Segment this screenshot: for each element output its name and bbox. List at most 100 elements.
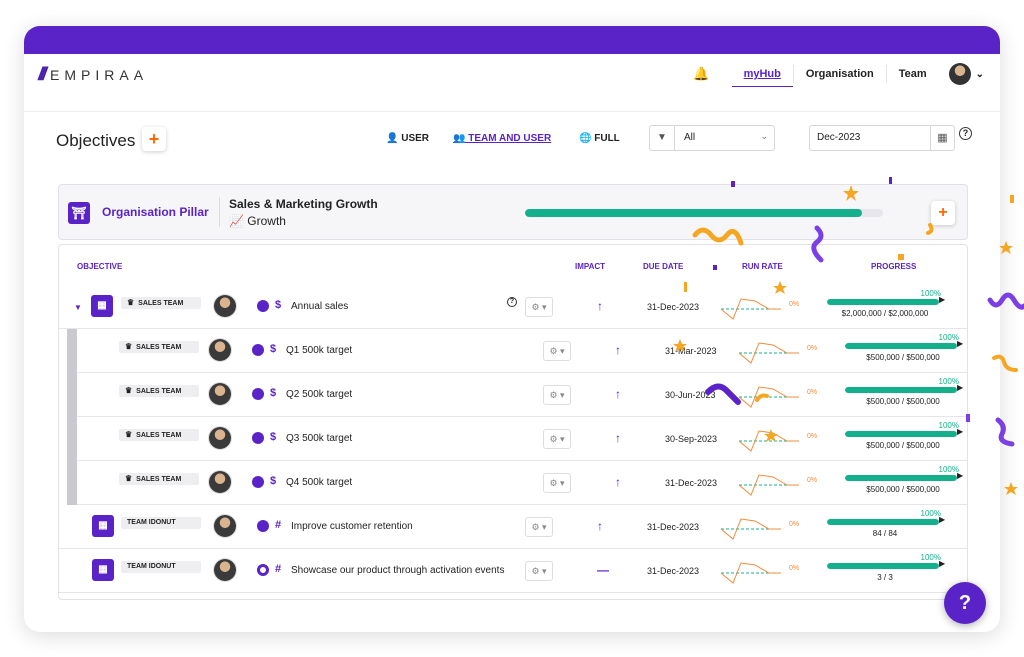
progress-percent: 100% xyxy=(920,509,941,518)
pie-chart-icon xyxy=(252,344,264,356)
due-date: 31-Dec-2023 xyxy=(647,522,700,532)
hash-icon: # xyxy=(275,563,282,575)
impact-indicator: ↑ xyxy=(597,519,603,533)
user-avatar[interactable] xyxy=(948,63,971,85)
tab-full[interactable]: 🌐 FULL xyxy=(579,133,620,144)
table-row[interactable]: ▦ TEAM IDONUT # Improve customer retention ⚙… xyxy=(59,505,967,549)
objective-name[interactable]: Q2 500k target xyxy=(286,389,352,400)
impact-indicator: ↑ xyxy=(615,343,621,357)
progress-value: $500,000 / $500,000 xyxy=(866,397,940,406)
table-row[interactable]: ♛ SALES TEAM $ Q2 500k target ⚙ ▾ ↑ 30-Jun-202… xyxy=(77,373,967,417)
impact-indicator: ↑ xyxy=(615,387,621,401)
run-rate-sparkline xyxy=(738,386,799,408)
filter-value: All xyxy=(684,132,696,143)
progress-bar xyxy=(827,519,939,525)
row-settings-button[interactable]: ⚙ ▾ xyxy=(543,429,571,449)
due-date: 31-Mar-2023 xyxy=(665,346,717,356)
run-rate-sparkline xyxy=(738,474,799,496)
run-rate-percent: 0% xyxy=(807,433,818,440)
nav-link-team[interactable]: Team xyxy=(887,64,939,84)
objective-name[interactable]: Annual sales xyxy=(291,301,348,312)
progress-value: 84 / 84 xyxy=(872,529,898,538)
pillar-title: Sales & Marketing Growth xyxy=(229,197,378,211)
progress-cell: 100% ▶ 84 / 84 xyxy=(827,509,945,545)
progress-fill xyxy=(827,563,939,569)
owner-avatar[interactable] xyxy=(214,559,236,581)
info-icon[interactable]: ? xyxy=(507,297,517,307)
row-settings-button[interactable]: ⚙ ▾ xyxy=(525,517,553,537)
row-settings-button[interactable]: ⚙ ▾ xyxy=(543,341,571,361)
table-row[interactable]: ♛ SALES TEAM $ Q3 500k target ⚙ ▾ ↑ 30-Sep-202… xyxy=(77,417,967,461)
table-row[interactable]: ♛ SALES TEAM $ Q1 500k target ⚙ ▾ ↑ 31-Mar-202… xyxy=(77,329,967,373)
table-row[interactable]: ♛ SALES TEAM $ Q4 500k target ⚙ ▾ ↑ 31-Dec-202… xyxy=(77,461,967,505)
help-icon[interactable]: ? xyxy=(959,127,972,140)
target-icon xyxy=(257,564,269,576)
progress-fill xyxy=(845,387,957,393)
due-date: 31-Dec-2023 xyxy=(665,478,718,488)
add-objective-button[interactable]: + xyxy=(142,127,166,151)
owner-avatar[interactable] xyxy=(214,515,236,537)
progress-fill xyxy=(827,519,939,525)
row-settings-button[interactable]: ⚙ ▾ xyxy=(543,473,571,493)
progress-percent: 100% xyxy=(938,465,959,474)
row-settings-button[interactable]: ⚙ ▾ xyxy=(525,297,553,317)
objective-name[interactable]: Showcase our product through activation … xyxy=(291,565,504,576)
logo-text: EMPIRAA xyxy=(50,66,149,83)
gear-icon: ⚙ xyxy=(531,566,540,576)
team-badge-label: TEAM IDONUT xyxy=(127,563,176,570)
calendar-icon[interactable]: ▦ xyxy=(930,126,954,150)
owner-avatar[interactable] xyxy=(209,339,231,361)
nav-link-myhub[interactable]: myHub xyxy=(731,64,794,87)
pie-chart-icon xyxy=(257,300,269,312)
owner-avatar[interactable] xyxy=(214,295,236,317)
header-objective: OBJECTIVE xyxy=(77,262,123,271)
team-badge: TEAM IDONUT xyxy=(121,517,201,529)
due-date: 31-Dec-2023 xyxy=(647,302,700,312)
progress-cell: 100% ▶ 3 / 3 xyxy=(827,553,945,589)
tab-user[interactable]: 👤 USER xyxy=(386,133,429,144)
chevron-down-icon[interactable]: ⌄ xyxy=(976,69,984,80)
user-icon: 👤 xyxy=(386,133,399,144)
help-button[interactable]: ? xyxy=(944,582,986,624)
owner-avatar[interactable] xyxy=(209,383,231,405)
progress-bar xyxy=(845,387,957,393)
run-rate-sparkline xyxy=(720,298,781,320)
table-row[interactable]: ▦ TEAM IDONUT # Showcase our product throug… xyxy=(59,549,967,593)
table-row[interactable]: ▼ ▦ ♛ SALES TEAM $ Annual sales? ⚙ ▾ ↑ 31-Dec-20… xyxy=(59,285,967,329)
row-settings-button[interactable]: ⚙ ▾ xyxy=(543,385,571,405)
progress-value: 3 / 3 xyxy=(877,573,893,582)
add-pillar-objective-button[interactable]: + xyxy=(931,201,955,225)
owner-avatar[interactable] xyxy=(209,471,231,493)
objective-name[interactable]: Improve customer retention xyxy=(291,521,413,532)
bell-icon[interactable]: 🔔 xyxy=(693,66,709,82)
progress-cell: 100% ▶ $500,000 / $500,000 xyxy=(845,421,963,457)
run-rate-percent: 0% xyxy=(807,345,818,352)
nav-right: 🔔 myHub Organisation Team ⌄ xyxy=(693,63,984,87)
nav-link-organisation[interactable]: Organisation xyxy=(794,64,886,84)
users-icon: 👥 xyxy=(453,133,466,144)
crown-icon: ♛ xyxy=(125,342,133,351)
row-settings-button[interactable]: ⚙ ▾ xyxy=(525,561,553,581)
impact-indicator: ↑ xyxy=(615,475,621,489)
progress-bar xyxy=(845,431,957,437)
owner-avatar[interactable] xyxy=(209,427,231,449)
progress-percent: 100% xyxy=(938,333,959,342)
objective-name[interactable]: Q1 500k target xyxy=(286,345,352,356)
objective-name[interactable]: Q3 500k target xyxy=(286,433,352,444)
objective-name[interactable]: Q4 500k target xyxy=(286,477,352,488)
pillar-subtitle: 📈 Growth xyxy=(229,214,286,228)
progress-cell: 100% ▶ $500,000 / $500,000 xyxy=(845,465,964,501)
progress-cell: 100% ▶ $500,000 / $500,000 xyxy=(845,333,963,369)
brand-logo[interactable]: /// EMPIRAA xyxy=(38,64,148,85)
top-accent-bar xyxy=(24,26,1000,54)
run-rate-sparkline xyxy=(720,518,781,540)
expand-caret-icon[interactable]: ▼ xyxy=(74,303,82,312)
chevron-down-icon: ⌄ xyxy=(760,131,768,141)
currency-icon: $ xyxy=(270,431,277,443)
month-picker[interactable]: Dec-2023 ▦ xyxy=(809,125,955,151)
filter-select[interactable]: ▼ All ⌄ xyxy=(649,125,775,151)
app-window: /// EMPIRAA 🔔 myHub Organisation Team ⌄ … xyxy=(24,26,1000,632)
pie-chart-icon xyxy=(257,520,269,532)
progress-marker-icon: ▶ xyxy=(957,471,964,480)
tab-team-and-user[interactable]: 👥 TEAM AND USER xyxy=(453,133,551,144)
